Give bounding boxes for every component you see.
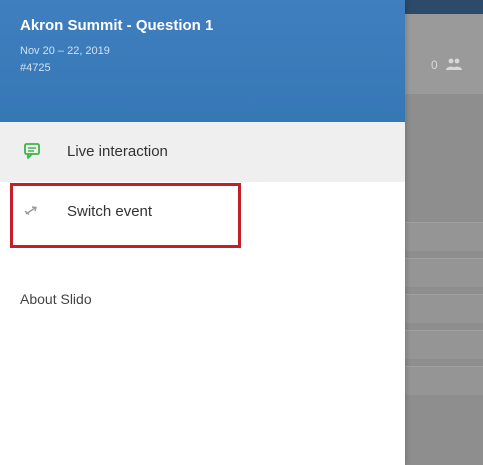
event-title: Akron Summit - Question 1: [20, 17, 214, 34]
background-header: 0: [405, 14, 483, 94]
background-row: [405, 330, 483, 359]
event-code: #4725: [20, 62, 51, 74]
people-icon: [446, 58, 462, 70]
background-app: 0: [405, 0, 483, 465]
chat-icon: [24, 143, 40, 159]
background-row: [405, 366, 483, 395]
background-row: [405, 258, 483, 287]
background-topbar: [405, 0, 483, 14]
event-dates: Nov 20 – 22, 2019: [20, 45, 110, 57]
menu-item-label: Live interaction: [67, 143, 168, 160]
highlight-annotation: [10, 183, 241, 248]
participant-count: 0: [431, 58, 438, 72]
background-row: [405, 222, 483, 251]
menu-item-live-interaction[interactable]: Live interaction: [0, 122, 405, 182]
background-row: [405, 294, 483, 323]
navigation-drawer: Akron Summit - Question 1 Nov 20 – 22, 2…: [0, 0, 405, 465]
event-header: Akron Summit - Question 1 Nov 20 – 22, 2…: [0, 0, 405, 122]
about-slido-link[interactable]: About Slido: [20, 291, 92, 307]
